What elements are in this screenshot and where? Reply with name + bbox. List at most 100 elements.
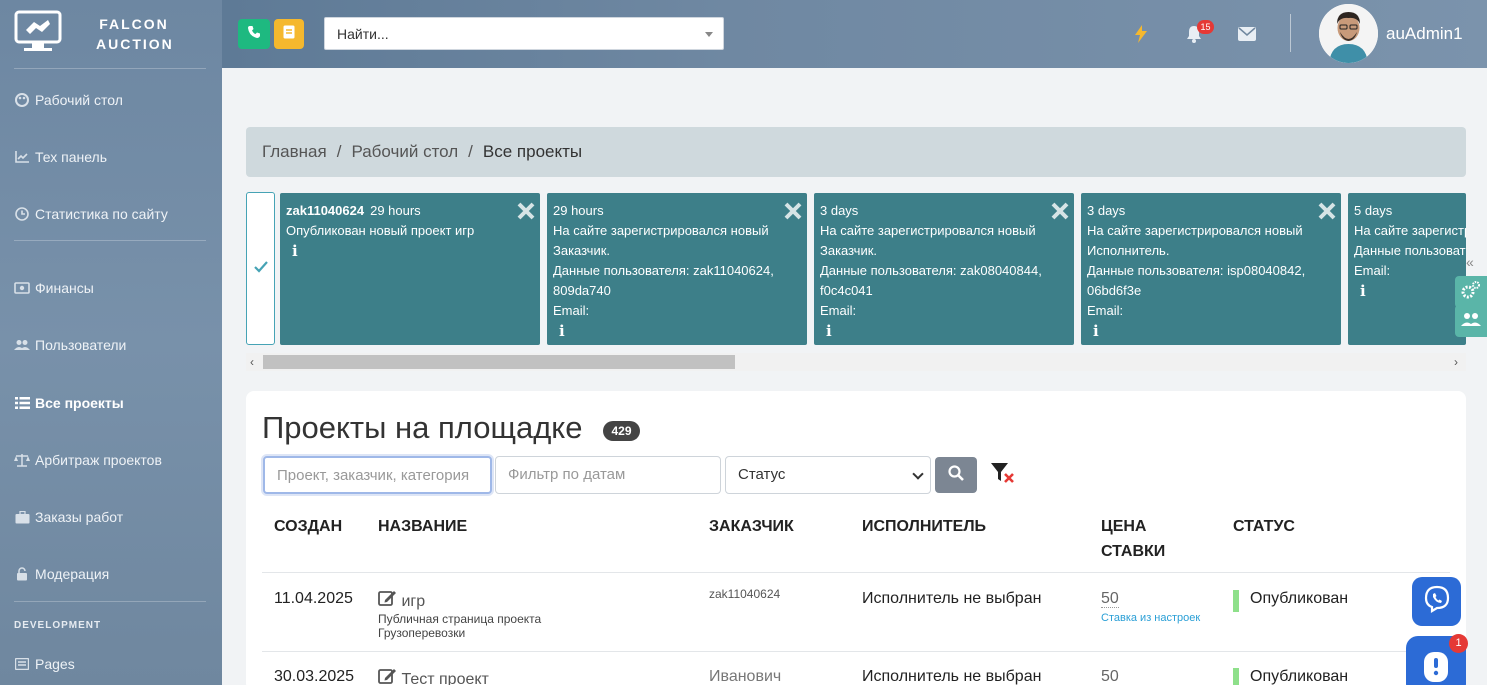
sidebar-item-finance[interactable]: Финансы [14,276,94,300]
scrollbar-thumb[interactable] [263,355,735,369]
avatar[interactable] [1319,4,1378,63]
sidebar: FALCON AUCTION Рабочий стол Тех панель С… [0,0,222,685]
notification-card[interactable]: zak11040624 29 hours Опубликован новый пр… [280,193,540,345]
info-icon[interactable]: i [559,321,801,341]
briefcase-icon [14,509,30,525]
global-search-placeholder: Найти... [337,26,389,42]
column-header-created[interactable]: СОЗДАН [274,514,342,539]
info-icon[interactable]: i [292,241,534,261]
lightning-icon[interactable] [1129,22,1153,46]
cell-status: Опубликован [1250,590,1349,607]
header-divider [1290,14,1291,52]
settings-widget[interactable] [1455,276,1487,308]
project-category: Грузоперевозки [378,626,466,640]
date-filter-input[interactable]: Фильтр по датам [495,456,721,494]
chat-unread-badge: 1 [1449,634,1468,653]
sidebar-item-label: Все проекты [35,395,124,411]
sidebar-item-arbitration[interactable]: Арбитраж проектов [14,448,162,472]
info-icon[interactable]: i [1093,321,1335,341]
project-search-placeholder: Проект, заказчик, категория [277,467,470,484]
close-icon[interactable] [1050,201,1070,221]
cell-customer[interactable]: Иванович [709,668,781,685]
clock-icon [14,206,30,222]
project-name[interactable]: игр [401,593,425,610]
notifications-scrollbar[interactable]: ‹ › [246,353,1466,371]
sidebar-item-label: Рабочий стол [35,92,123,108]
breadcrumb-home[interactable]: Главная [262,142,327,162]
sidebar-item-work-orders[interactable]: Заказы работ [14,505,123,529]
breadcrumb: Главная / Рабочий стол / Все проекты [246,127,1466,177]
close-icon[interactable] [783,201,803,221]
project-name[interactable]: Тест проект [401,671,488,685]
info-icon[interactable]: i [826,321,1068,341]
column-header-executor[interactable]: ИСПОЛНИТЕЛЬ [862,514,986,539]
info-icon[interactable]: i [1360,281,1460,301]
breadcrumb-separator: / [336,142,342,161]
column-header-status[interactable]: СТАТУС [1233,514,1295,539]
divider [262,572,1450,573]
chat-icon [1406,652,1466,685]
price-value: 50 [1101,668,1119,685]
chevron-right-icon[interactable]: › [1454,356,1464,368]
column-header-name[interactable]: НАЗВАНИЕ [378,514,467,539]
sidebar-item-site-stats[interactable]: Статистика по сайту [14,202,168,226]
brand-name[interactable]: FALCON AUCTION [96,14,172,54]
cell-executor: Исполнитель не выбран [862,590,1042,607]
sidebar-item-users[interactable]: Пользователи [14,333,126,357]
clear-filters-button[interactable] [984,457,1022,493]
global-search-select[interactable]: Найти... [324,17,724,50]
user-name[interactable]: auAdmin1 [1386,24,1463,44]
notification-text: На сайте зарегистрировался новый Заказчи… [553,223,769,258]
divider [14,601,206,602]
notification-card[interactable]: 29 hours На сайте зарегистрировался новы… [547,193,807,345]
notification-time: 29 hours [370,203,421,218]
close-icon[interactable] [516,201,536,221]
notification-text: Email: [1354,263,1391,278]
sidebar-item-label: Финансы [35,280,94,296]
double-chevron-left-icon[interactable]: « [1466,254,1487,274]
sidebar-item-dashboard[interactable]: Рабочий стол [14,88,123,112]
notification-text: Данные пользователя: zak11040624, 809da7… [553,263,774,298]
mail-icon[interactable] [1235,22,1259,46]
project-name-link[interactable]: Тест проект [378,668,489,685]
brand-line1: FALCON [99,16,169,32]
logo-icon[interactable] [14,10,62,54]
public-page-link[interactable]: Публичная страница проекта [378,612,541,626]
price-note: Ставка из настроек [1101,612,1201,624]
phone-icon [247,25,261,44]
scale-icon [14,452,30,468]
notes-button[interactable] [274,19,304,49]
search-icon [948,464,964,486]
notification-card[interactable]: 5 days На сайте зарегистрировался новый … [1348,193,1466,345]
notification-card[interactable]: 3 days На сайте зарегистрировался новый … [1081,193,1341,345]
sidebar-item-moderation[interactable]: Модерация [14,562,109,586]
close-icon[interactable] [1317,201,1337,221]
mark-all-read-button[interactable] [246,192,275,345]
viber-chat-button[interactable] [1412,577,1461,626]
notification-card[interactable]: 3 days На сайте зарегистрировался новый … [814,193,1074,345]
breadcrumb-separator: / [468,142,473,161]
status-select[interactable]: Статус [725,456,931,494]
breadcrumb-dashboard[interactable]: Рабочий стол [351,142,458,162]
edit-icon[interactable] [378,669,397,685]
notification-text: Данные пользователя: isp08040842, 06bd6f… [1087,263,1306,298]
edit-icon[interactable] [378,591,397,610]
filter-clear-icon [990,461,1016,490]
cell-customer[interactable]: zak11040624 [709,587,780,601]
sidebar-item-all-projects[interactable]: Все проекты [14,391,124,415]
money-icon [14,280,30,296]
column-header-price[interactable]: ЦЕНА СТАВКИ [1101,514,1181,564]
sidebar-item-pages[interactable]: Pages [14,652,75,676]
sidebar-item-label: Заказы работ [35,509,124,525]
search-button[interactable] [935,457,977,493]
sidebar-item-tech-panel[interactable]: Тех панель [14,145,107,169]
project-name-link[interactable]: игр [378,590,425,611]
notification-text: Email: [820,303,857,318]
chevron-left-icon[interactable]: ‹ [250,356,260,368]
users-widget[interactable] [1455,305,1487,337]
divider [262,651,1450,652]
column-header-customer[interactable]: ЗАКАЗЧИК [709,514,794,539]
list-icon [14,395,30,411]
phone-button[interactable] [238,19,270,49]
project-search-input[interactable]: Проект, заказчик, категория [263,456,492,494]
